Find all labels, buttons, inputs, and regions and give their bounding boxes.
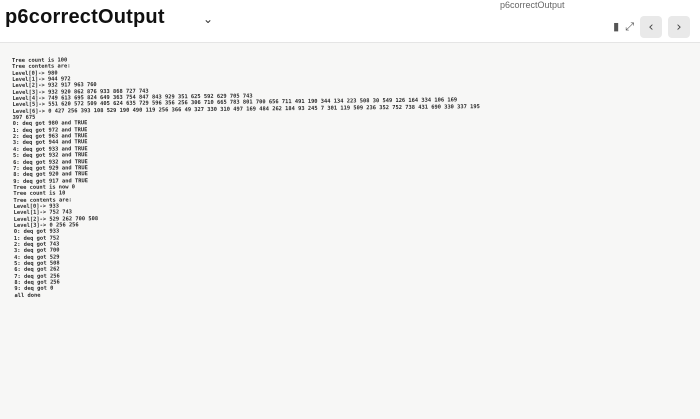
window-title[interactable]: p6correctOutput (5, 6, 165, 29)
fullscreen-icon[interactable]: ⤢ (625, 20, 634, 34)
title-menu-chevron-icon[interactable]: ⌄ (203, 12, 213, 26)
top-tab-label: p6correctOutput (500, 0, 565, 10)
back-button[interactable]: ‹ (640, 16, 662, 38)
document-viewer: p6correctOutput ⌄ p6correctOutput ▮ ⤢ ‹ … (0, 0, 700, 419)
console-output: Tree count is 100 Tree contents are: Level… (12, 51, 698, 299)
window-controls: ▮ ⤢ ‹ › (613, 16, 690, 38)
title-bar: p6correctOutput ⌄ p6correctOutput ▮ ⤢ ‹ … (0, 0, 700, 43)
battery-icon: ▮ (613, 20, 620, 33)
forward-button[interactable]: › (668, 16, 690, 38)
